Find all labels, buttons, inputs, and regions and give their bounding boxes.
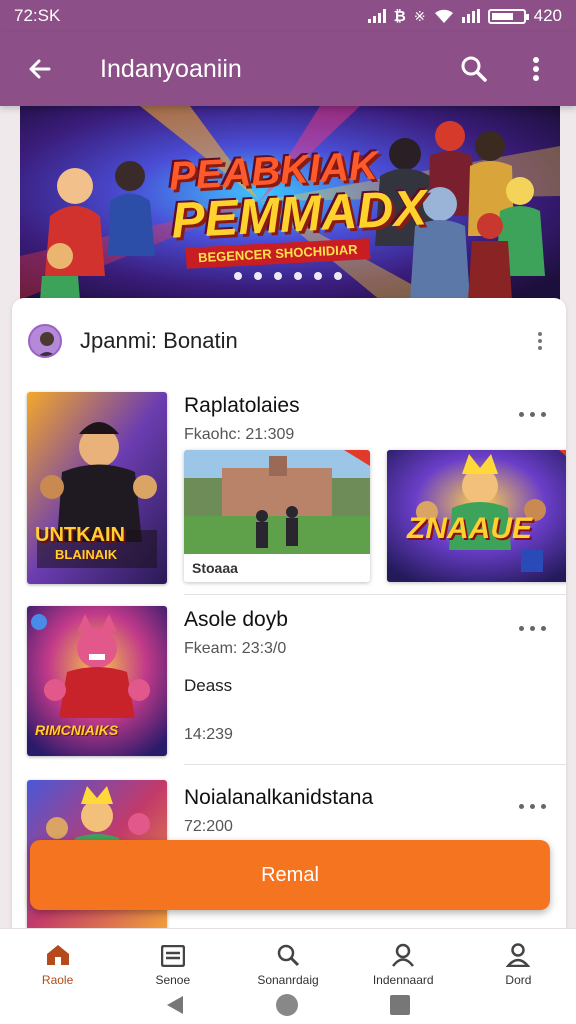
search-icon: [461, 56, 487, 82]
item-tag: Deass: [184, 676, 233, 695]
app-bar: Indanyoaniin: [0, 32, 576, 106]
gallery-image[interactable]: Stoaaa: [184, 450, 370, 582]
carousel-dot[interactable]: [294, 272, 302, 280]
carousel-indicator[interactable]: [0, 272, 576, 280]
system-navigation: [0, 987, 576, 1023]
more-horizontal-icon[interactable]: [519, 804, 546, 809]
banner-title: PEABKIAK PEMMADX: [168, 141, 429, 249]
gallery-image[interactable]: ZNAAUE: [387, 450, 566, 582]
battery-percent: 420: [533, 6, 562, 25]
back-arrow-icon: [29, 59, 51, 79]
thumbnail-subtitle: BLAINAIK: [55, 547, 118, 562]
bottom-navigation: Raole Senoe Sonanrdaig Indennaard Dord: [0, 928, 576, 1024]
nav-label: Sonanrdaig: [257, 973, 319, 987]
nav-item-search[interactable]: Sonanrdaig: [230, 929, 345, 987]
status-time: 72:SK: [14, 6, 61, 25]
item-title: Noialanalkanidstana: [184, 786, 374, 809]
divider: [184, 594, 566, 595]
profile-icon: [506, 943, 531, 967]
item-meta: Fkaohc: 21:309: [184, 426, 295, 443]
gallery-caption: ZNAAUE: [407, 512, 532, 545]
carousel-dot[interactable]: [274, 272, 282, 280]
item-thumbnail[interactable]: UNTKAIN BLAINAIK: [27, 392, 167, 584]
overflow-menu-button[interactable]: [514, 47, 558, 91]
item-thumbnail[interactable]: RIMCNIAIKS: [27, 606, 167, 756]
item-time: 14:239: [184, 726, 233, 743]
avatar-image: [38, 332, 56, 356]
alarm-icon: ※: [413, 7, 426, 24]
item-title: Raplatolaies: [184, 394, 300, 417]
gallery-caption: Stoaaa: [184, 554, 370, 582]
list-item[interactable]: RIMCNIAIKS Asole doyb Fkeam: 23:3/0 Deas…: [12, 606, 566, 766]
carousel-dot[interactable]: [234, 272, 242, 280]
nav-item-home[interactable]: Raole: [0, 929, 115, 987]
back-triangle-icon[interactable]: [165, 994, 185, 1016]
status-bar: 72:SK ₿ ※ 420: [0, 0, 576, 32]
carousel-dot[interactable]: [254, 272, 262, 280]
primary-action-button[interactable]: Remal: [30, 840, 550, 910]
status-icons: ₿ ※ 420: [367, 6, 562, 26]
more-vertical-icon[interactable]: [530, 332, 550, 350]
nav-label: Senoe: [155, 973, 191, 987]
battery-icon: [487, 8, 529, 24]
nav-label: Dord: [505, 973, 532, 987]
signal-icon-2: [461, 9, 480, 23]
nav-label: Indennaard: [372, 973, 434, 987]
back-button[interactable]: [18, 47, 62, 91]
list-icon: [160, 945, 185, 967]
more-horizontal-icon[interactable]: [519, 412, 546, 417]
item-meta: 72:200: [184, 818, 233, 835]
vibrate-icon: ₿: [393, 7, 406, 25]
recents-square-icon[interactable]: [389, 994, 411, 1016]
home-icon: [46, 945, 69, 965]
users-icon: [392, 943, 415, 967]
carousel-dot[interactable]: [314, 272, 322, 280]
home-circle-icon[interactable]: [275, 993, 299, 1017]
nav-label: Raole: [41, 973, 74, 987]
carousel-dot[interactable]: [334, 272, 342, 280]
divider: [184, 764, 566, 765]
nav-item-list[interactable]: Senoe: [115, 929, 230, 987]
nav-item-profile[interactable]: Dord: [461, 929, 576, 987]
banner-title-line2: PEMMADX: [169, 179, 429, 249]
nav-item-community[interactable]: Indennaard: [346, 929, 461, 987]
more-horizontal-icon[interactable]: [519, 626, 546, 631]
search-button[interactable]: [452, 47, 496, 91]
avatar[interactable]: [28, 324, 62, 358]
thumbnail-title: UNTKAIN: [35, 524, 125, 546]
section-title: Jpanmi: Bonatin: [80, 328, 238, 353]
page-title: Indanyoaniin: [100, 54, 242, 83]
more-vertical-icon: [533, 57, 539, 81]
wifi-icon: [434, 9, 453, 23]
list-item[interactable]: UNTKAIN BLAINAIK Raplatolaies Fkaohc: 21…: [12, 392, 566, 592]
hero-banner[interactable]: PEABKIAK PEMMADX BEGENCER SHOCHIDIAR: [20, 106, 560, 300]
item-meta: Fkeam: 23:3/0: [184, 640, 287, 657]
card-header: Jpanmi: Bonatin: [12, 298, 566, 384]
thumbnail-title: RIMCNIAIKS: [35, 722, 119, 738]
item-title: Asole doyb: [184, 608, 288, 631]
signal-icon: [367, 9, 386, 23]
search-icon: [277, 944, 300, 967]
